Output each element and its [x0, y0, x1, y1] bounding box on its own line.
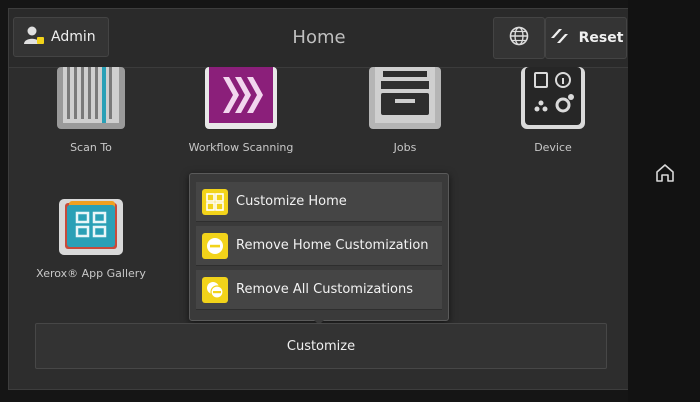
device-icon [521, 67, 585, 129]
touch-screen: Admin Home Reset Scan To Workflow Scanni… [8, 8, 630, 390]
workflow-scanning-icon [205, 67, 277, 129]
reset-button[interactable]: Reset [545, 17, 627, 59]
app-tile-app-gallery[interactable]: Xerox® App Gallery [31, 193, 151, 280]
app-label: Scan To [70, 141, 112, 154]
app-tile-scan-to[interactable]: Scan To [31, 67, 151, 154]
menu-item-customize-home[interactable]: Customize Home [196, 182, 442, 222]
admin-label: Admin [51, 29, 96, 45]
reset-icon [549, 26, 571, 50]
customize-label: Customize [286, 338, 356, 354]
app-label: Device [534, 141, 572, 154]
app-tile-device[interactable]: Device [493, 67, 613, 154]
menu-item-label: Customize Home [236, 194, 347, 209]
menu-item-remove-all-customizations[interactable]: Remove All Customizations [196, 270, 442, 310]
customize-menu: Customize Home Remove Home Customization… [189, 173, 449, 321]
app-label: Xerox® App Gallery [36, 267, 146, 280]
customize-button[interactable]: Customize [35, 323, 607, 369]
app-tile-workflow-scanning[interactable]: Workflow Scanning [181, 67, 301, 154]
reset-label: Reset [578, 30, 624, 46]
globe-icon [509, 26, 529, 50]
menu-item-label: Remove All Customizations [236, 282, 414, 297]
app-label: Jobs [393, 141, 417, 154]
app-tile-jobs[interactable]: Jobs [345, 67, 465, 154]
language-button[interactable] [493, 17, 545, 59]
admin-button[interactable]: Admin [13, 17, 109, 57]
top-bar: Admin Home Reset [9, 9, 629, 68]
jobs-icon [369, 67, 441, 129]
customize-home-icon [202, 188, 228, 215]
app-gallery-icon [59, 199, 123, 255]
side-panel [628, 0, 700, 402]
page-title: Home [292, 27, 346, 48]
user-icon [24, 25, 44, 49]
remove-all-customizations-icon [202, 276, 228, 303]
home-icon [656, 164, 674, 182]
remove-home-customization-icon [202, 232, 228, 259]
menu-item-label: Remove Home Customization [236, 238, 429, 253]
app-label: Workflow Scanning [188, 141, 294, 154]
menu-item-remove-home-customization[interactable]: Remove Home Customization [196, 226, 442, 266]
scan-to-icon [57, 67, 125, 129]
home-button[interactable] [654, 162, 676, 184]
